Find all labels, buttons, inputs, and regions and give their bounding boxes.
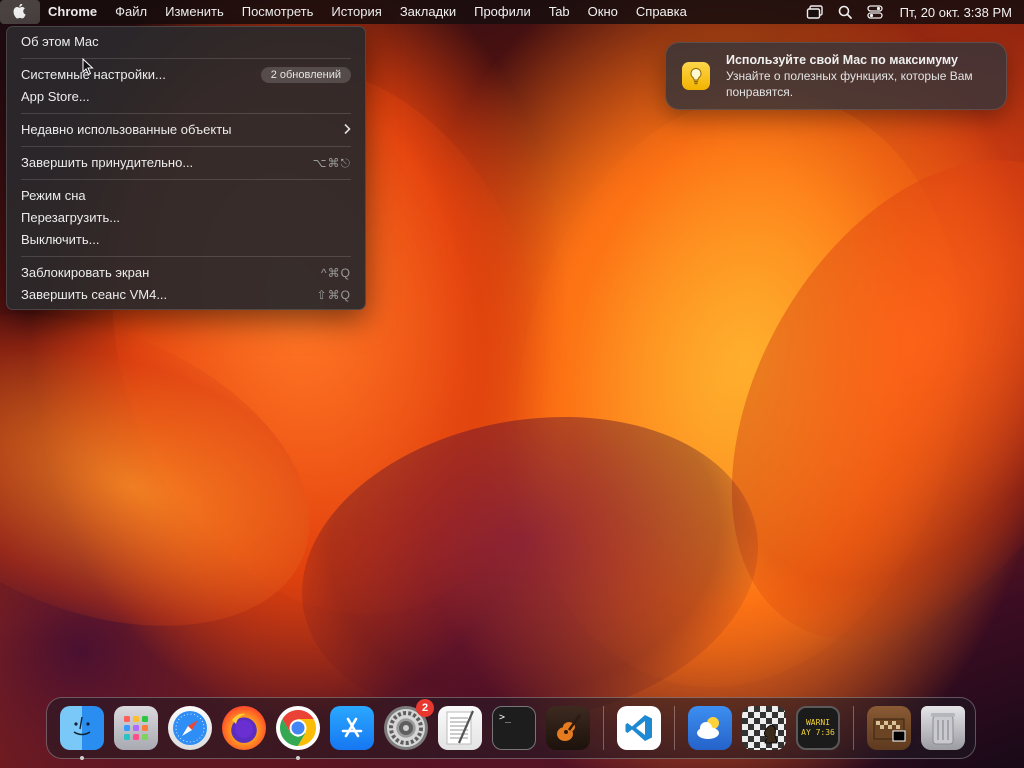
menu-item-label: Заблокировать экран bbox=[21, 265, 150, 280]
terminal-icon[interactable]: >_ bbox=[492, 706, 536, 750]
menu-bar: Chrome Файл Изменить Посмотреть История … bbox=[0, 0, 1024, 24]
menu-tab[interactable]: Tab bbox=[540, 0, 579, 24]
menu-item-shutdown[interactable]: Выключить... bbox=[7, 229, 365, 251]
menu-help[interactable]: Справка bbox=[627, 0, 696, 24]
keyboard-shortcut: ⇧⌘Q bbox=[316, 288, 351, 302]
safari-icon[interactable] bbox=[168, 706, 212, 750]
dock-separator bbox=[603, 706, 604, 750]
menu-item-label: Системные настройки... bbox=[21, 67, 166, 82]
search-icon[interactable] bbox=[830, 0, 860, 24]
running-indicator bbox=[296, 756, 300, 760]
dock-separator bbox=[853, 706, 854, 750]
firefox-icon[interactable] bbox=[222, 706, 266, 750]
menu-item-about-this-mac[interactable]: Об этом Mac bbox=[7, 31, 365, 53]
trash-icon[interactable] bbox=[921, 706, 965, 750]
garageband-icon[interactable] bbox=[546, 706, 590, 750]
mouse-cursor-icon bbox=[82, 58, 94, 76]
menu-bar-clock[interactable]: Пт, 20 окт. 3:38 PM bbox=[890, 5, 1012, 20]
apple-menu-button[interactable] bbox=[0, 0, 40, 24]
menu-profiles[interactable]: Профили bbox=[465, 0, 540, 24]
menu-view[interactable]: Посмотреть bbox=[233, 0, 323, 24]
weather-icon[interactable] bbox=[688, 706, 732, 750]
menu-app-name[interactable]: Chrome bbox=[40, 0, 106, 24]
menu-item-label: Перезагрузить... bbox=[21, 210, 121, 225]
chrome-icon[interactable] bbox=[276, 706, 320, 760]
menu-item-label: Завершить сеанс VM4... bbox=[21, 287, 168, 302]
menu-item-restart[interactable]: Перезагрузить... bbox=[7, 207, 365, 229]
running-indicator bbox=[80, 756, 84, 760]
wallpaper-petal bbox=[0, 254, 356, 686]
finder-icon[interactable] bbox=[60, 706, 104, 760]
chevron-right-icon bbox=[343, 119, 351, 141]
menu-item-lock-screen[interactable]: Заблокировать экран ^⌘Q bbox=[7, 262, 365, 284]
menu-window[interactable]: Окно bbox=[579, 0, 627, 24]
menu-separator bbox=[21, 179, 351, 180]
textedit-icon[interactable] bbox=[438, 706, 482, 750]
menu-separator bbox=[21, 58, 351, 59]
menu-item-app-store[interactable]: App Store... bbox=[7, 86, 365, 108]
menu-item-label: App Store... bbox=[21, 89, 90, 104]
terminal-prompt: >_ bbox=[499, 712, 512, 723]
vscode-icon[interactable] bbox=[617, 706, 661, 750]
menu-separator bbox=[21, 146, 351, 147]
wallpaper-petal bbox=[652, 92, 1024, 708]
notification-body: Узнайте о полезных функциях, которые Вам… bbox=[726, 69, 973, 99]
apple-logo-icon bbox=[13, 4, 26, 19]
updates-badge: 2 обновлений bbox=[260, 67, 351, 83]
screen-mirroring-icon[interactable] bbox=[800, 0, 830, 24]
menu-separator bbox=[21, 113, 351, 114]
wallpaper-petal bbox=[462, 50, 1018, 730]
menu-item-label: Об этом Mac bbox=[21, 34, 99, 49]
console-text: WARNI AY 7:36 bbox=[801, 718, 835, 737]
dock-separator bbox=[674, 706, 675, 750]
keyboard-shortcut: ⌥⌘⎋ bbox=[312, 156, 351, 170]
menu-file[interactable]: Файл bbox=[106, 0, 156, 24]
notification-badge: 2 bbox=[416, 699, 434, 717]
menu-bookmarks[interactable]: Закладки bbox=[391, 0, 465, 24]
app-store-icon[interactable] bbox=[330, 706, 374, 750]
menu-item-force-quit[interactable]: Завершить принудительно... ⌥⌘⎋ bbox=[7, 152, 365, 174]
menu-item-log-out[interactable]: Завершить сеанс VM4... ⇧⌘Q bbox=[7, 284, 365, 306]
launchpad-icon[interactable] bbox=[114, 706, 158, 750]
menu-item-system-settings[interactable]: Системные настройки... 2 обновлений bbox=[7, 64, 365, 86]
apple-menu-dropdown: Об этом Mac Системные настройки... 2 обн… bbox=[6, 26, 366, 310]
dock: 2 >_ WARNI AY 7:36 bbox=[46, 697, 976, 760]
keyboard-shortcut: ^⌘Q bbox=[321, 266, 351, 280]
menu-item-label: Завершить принудительно... bbox=[21, 155, 194, 170]
notification-banner[interactable]: Используйте свой Mac по максимуму Узнайт… bbox=[665, 42, 1007, 110]
menu-separator bbox=[21, 256, 351, 257]
menu-item-label: Недавно использованные объекты bbox=[21, 122, 232, 137]
chess-icon[interactable] bbox=[742, 706, 786, 750]
notification-title: Используйте свой Mac по максимуму bbox=[726, 53, 958, 67]
menu-item-label: Выключить... bbox=[21, 232, 100, 247]
control-center-icon[interactable] bbox=[860, 0, 890, 24]
system-settings-icon[interactable]: 2 bbox=[384, 699, 434, 750]
lightbulb-icon bbox=[682, 62, 710, 90]
console-icon[interactable]: WARNI AY 7:36 bbox=[796, 706, 840, 750]
chess-folder-icon[interactable] bbox=[867, 706, 911, 750]
menu-item-sleep[interactable]: Режим сна bbox=[7, 185, 365, 207]
menu-item-label: Режим сна bbox=[21, 188, 86, 203]
menu-history[interactable]: История bbox=[322, 0, 390, 24]
menu-edit[interactable]: Изменить bbox=[156, 0, 233, 24]
menu-item-recent-items[interactable]: Недавно использованные объекты bbox=[7, 119, 365, 141]
